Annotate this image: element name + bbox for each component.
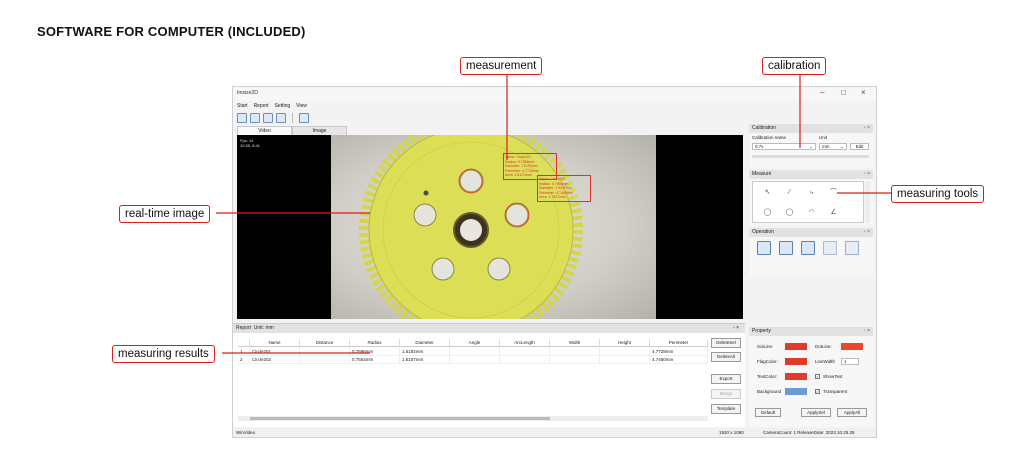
- callout-measuring-tools: measuring tools: [891, 185, 985, 203]
- callout-realtime-image: real-time image: [119, 205, 211, 223]
- callout-calibration: calibration: [762, 57, 827, 75]
- callout-measuring-results: measuring results: [112, 345, 215, 363]
- callout-measurement: measurement: [460, 57, 543, 75]
